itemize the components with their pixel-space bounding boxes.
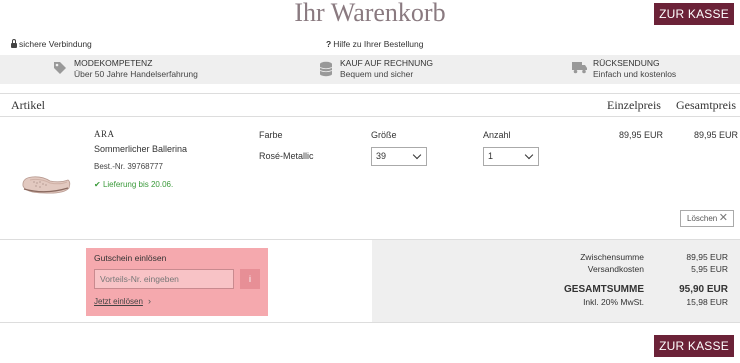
feature-subtitle: Einfach und kostenlos: [593, 69, 677, 79]
feature-title: KAUF AUF RECHNUNG: [340, 58, 434, 68]
help-link[interactable]: ? Hilfe zu Ihrer Bestellung: [326, 39, 423, 49]
divider: [0, 322, 740, 323]
total-price: 89,95 EUR: [694, 130, 739, 140]
chevron-down-icon: [524, 150, 534, 160]
unit-price: 89,95 EUR: [619, 130, 664, 140]
check-icon: ✔: [94, 180, 101, 189]
close-icon: ✕: [718, 212, 728, 224]
checkout-button-top[interactable]: ZUR KASSE: [654, 3, 734, 25]
feature-title: MODEKOMPETENZ: [74, 58, 153, 68]
header-gesamtpreis: Gesamtpreis: [676, 98, 736, 112]
truck-icon: [572, 62, 587, 74]
delete-button[interactable]: Löschen ✕: [680, 210, 734, 227]
feature-title: RÜCKSENDUNG: [593, 58, 660, 68]
farbe-label: Farbe: [259, 130, 283, 140]
feature-modekompetenz: MODEKOMPETENZ Über 50 Jahre Handelserfah…: [54, 58, 198, 80]
coins-icon: [319, 61, 333, 77]
quantity-select[interactable]: 1: [483, 147, 539, 166]
product-order-number: Best.-Nr. 39768777: [94, 162, 163, 171]
shipping-label: Versandkosten: [587, 264, 644, 274]
redeem-link[interactable]: Jetzt einlösen: [94, 297, 143, 306]
help-label[interactable]: Hilfe zu Ihrer Bestellung: [333, 39, 423, 49]
vat-value: 15,98 EUR: [686, 297, 728, 307]
quantity-select-value: 1: [488, 151, 494, 161]
product-image[interactable]: [20, 168, 72, 196]
question-icon: ?: [326, 39, 332, 49]
info-icon[interactable]: i: [240, 269, 260, 289]
feature-subtitle: Bequem und sicher: [340, 69, 414, 79]
secure-label: sichere Verbindung: [19, 39, 92, 49]
anzahl-label: Anzahl: [483, 130, 511, 140]
shipping-value: 5,95 EUR: [691, 264, 728, 274]
lock-icon: [11, 39, 17, 48]
product-name[interactable]: Sommerlicher Ballerina: [94, 144, 187, 154]
delivery-label: Lieferung bis 20.06.: [102, 180, 174, 189]
voucher-input[interactable]: Vorteils-Nr. eingeben: [94, 269, 234, 289]
delivery-info: ✔ Lieferung bis 20.06.: [94, 180, 173, 189]
grand-total-value: 95,90 EUR: [679, 284, 728, 295]
grand-total-label: GESAMTSUMME: [564, 284, 644, 295]
header-artikel: Artikel: [11, 98, 45, 112]
subtotal-value: 89,95 EUR: [686, 252, 728, 262]
tag-icon: [54, 62, 66, 74]
voucher-box: Gutschein einlösen Vorteils-Nr. eingeben…: [86, 248, 268, 316]
product-brand: ARA: [94, 129, 115, 139]
delete-label: Löschen: [687, 214, 718, 223]
feature-ruecksendung: RÜCKSENDUNG Einfach und kostenlos: [572, 58, 677, 80]
checkout-button-bottom[interactable]: ZUR KASSE: [654, 335, 734, 357]
chevron-right-icon: ›: [148, 296, 151, 306]
header-einzelpreis: Einzelpreis: [607, 98, 661, 112]
farbe-value: Rosé-Metallic: [259, 151, 314, 161]
size-select[interactable]: 39: [371, 147, 427, 166]
voucher-title: Gutschein einlösen: [94, 253, 167, 263]
page-title: Ihr Warenkorb: [294, 0, 446, 27]
secure-connection: sichere Verbindung: [11, 39, 92, 49]
feature-subtitle: Über 50 Jahre Handelserfahrung: [74, 69, 198, 79]
vat-label: Inkl. 20% MwSt.: [583, 297, 644, 307]
size-select-value: 39: [376, 151, 387, 161]
groesse-label: Größe: [371, 130, 397, 140]
features-band: MODEKOMPETENZ Über 50 Jahre Handelserfah…: [0, 55, 740, 84]
chevron-down-icon: [412, 150, 422, 160]
cart-table-header: Artikel Einzelpreis Gesamtpreis: [0, 93, 740, 117]
feature-rechnung: KAUF AUF RECHNUNG Bequem und sicher: [319, 58, 434, 80]
subtotal-label: Zwischensumme: [580, 252, 644, 262]
